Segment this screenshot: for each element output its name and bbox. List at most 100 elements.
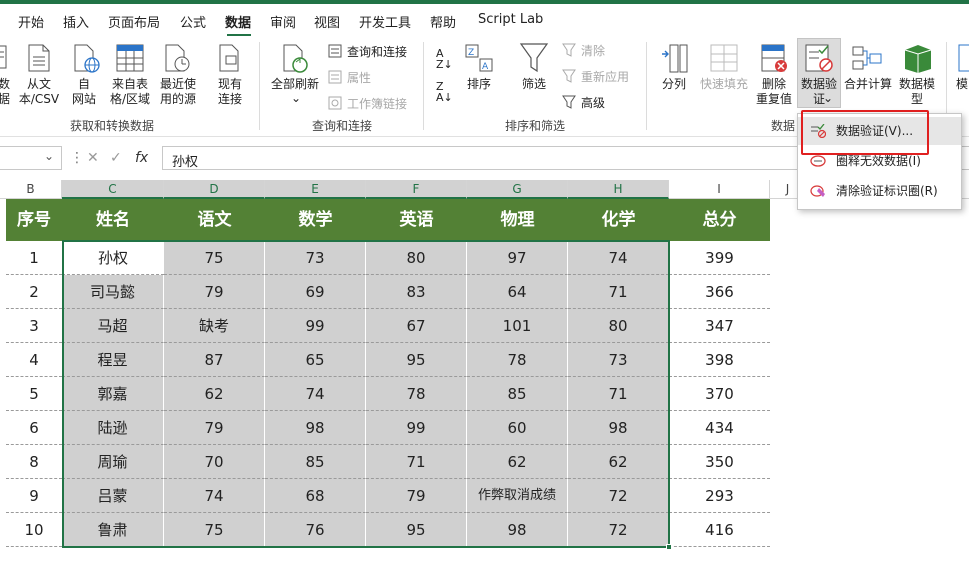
- table-cell[interactable]: 71: [366, 445, 467, 479]
- table-cell[interactable]: 79: [164, 411, 265, 445]
- queries-connections-button[interactable]: 查询和连接: [347, 43, 407, 60]
- table-cell[interactable]: 71: [568, 275, 669, 309]
- table-cell[interactable]: 鲁肃: [62, 513, 164, 547]
- table-cell[interactable]: 99: [265, 309, 366, 343]
- table-cell[interactable]: 程昱: [62, 343, 164, 377]
- menu-item-circle-invalid[interactable]: 圈释无效数据(I): [798, 147, 961, 175]
- recent-sources-button[interactable]: 最近使 用的源: [156, 77, 200, 107]
- table-cell[interactable]: 87: [164, 343, 265, 377]
- tab-page-layout[interactable]: 页面布局: [108, 12, 160, 31]
- table-cell[interactable]: 366: [669, 275, 770, 309]
- name-box-dropdown-icon[interactable]: ⌄: [44, 149, 54, 163]
- table-cell[interactable]: 62: [467, 445, 568, 479]
- existing-connections-button[interactable]: 现有 连接: [212, 77, 248, 107]
- table-cell[interactable]: 98: [467, 513, 568, 547]
- header-cell[interactable]: 姓名: [62, 199, 164, 241]
- tab-script-lab[interactable]: Script Lab: [478, 12, 543, 27]
- table-cell[interactable]: 347: [669, 309, 770, 343]
- table-cell[interactable]: 73: [265, 241, 366, 275]
- table-cell[interactable]: 62: [568, 445, 669, 479]
- from-table-button[interactable]: 来自表 格/区域: [106, 77, 154, 107]
- get-data-button[interactable]: 数 据: [0, 77, 12, 107]
- tab-help[interactable]: 帮助: [430, 12, 456, 31]
- header-cell[interactable]: 数学: [265, 199, 366, 241]
- tab-review[interactable]: 审阅: [270, 12, 296, 31]
- table-cell[interactable]: 8: [6, 445, 62, 479]
- menu-item-data-validation[interactable]: 数据验证(V)...: [798, 117, 961, 145]
- table-cell[interactable]: 74: [568, 241, 669, 275]
- tab-developer[interactable]: 开发工具: [359, 12, 411, 31]
- table-cell[interactable]: 71: [568, 377, 669, 411]
- enter-icon[interactable]: ✓: [110, 150, 122, 166]
- table-cell[interactable]: 70: [164, 445, 265, 479]
- clear-button[interactable]: 清除: [581, 42, 605, 59]
- table-cell[interactable]: 马超: [62, 309, 164, 343]
- column-header-b[interactable]: B: [0, 180, 62, 199]
- properties-button[interactable]: 属性: [347, 69, 371, 86]
- table-cell[interactable]: 99: [366, 411, 467, 445]
- table-cell[interactable]: 80: [366, 241, 467, 275]
- table-cell[interactable]: 76: [265, 513, 366, 547]
- cancel-icon[interactable]: ✕: [87, 150, 99, 166]
- table-cell[interactable]: 98: [265, 411, 366, 445]
- table-cell[interactable]: 370: [669, 377, 770, 411]
- table-cell[interactable]: 399: [669, 241, 770, 275]
- table-cell[interactable]: 78: [467, 343, 568, 377]
- header-cell[interactable]: 总分: [669, 199, 770, 241]
- column-header-f[interactable]: F: [366, 180, 467, 199]
- fill-handle[interactable]: [666, 544, 672, 550]
- table-cell[interactable]: 5: [6, 377, 62, 411]
- advanced-button[interactable]: 高级: [581, 94, 605, 111]
- table-cell[interactable]: 95: [366, 513, 467, 547]
- table-cell[interactable]: 68: [265, 479, 366, 513]
- tab-formulas[interactable]: 公式: [180, 12, 206, 31]
- consolidate-button[interactable]: 合并计算: [842, 77, 894, 92]
- table-cell[interactable]: 74: [265, 377, 366, 411]
- table-cell[interactable]: 周瑜: [62, 445, 164, 479]
- sort-az-icon[interactable]: A Z↓: [436, 48, 453, 70]
- table-cell[interactable]: 2: [6, 275, 62, 309]
- table-cell[interactable]: 350: [669, 445, 770, 479]
- table-cell[interactable]: 1: [6, 241, 62, 275]
- reapply-button[interactable]: 重新应用: [581, 68, 629, 85]
- table-cell[interactable]: 85: [265, 445, 366, 479]
- table-cell[interactable]: 72: [568, 513, 669, 547]
- table-cell[interactable]: 64: [467, 275, 568, 309]
- edit-links-button[interactable]: 工作簿链接: [347, 95, 407, 112]
- table-cell[interactable]: 67: [366, 309, 467, 343]
- table-cell[interactable]: 75: [164, 241, 265, 275]
- table-cell[interactable]: 吕蒙: [62, 479, 164, 513]
- chevron-down-icon[interactable]: ⌄: [822, 91, 834, 106]
- text-to-columns-button[interactable]: 分列: [658, 77, 690, 92]
- table-cell[interactable]: 95: [366, 343, 467, 377]
- more-button[interactable]: 模: [954, 77, 969, 92]
- table-cell[interactable]: 434: [669, 411, 770, 445]
- table-cell[interactable]: 85: [467, 377, 568, 411]
- sort-za-icon[interactable]: Z A↓: [436, 81, 453, 103]
- refresh-all-button[interactable]: 全部刷新: [268, 77, 322, 92]
- table-cell[interactable]: 62: [164, 377, 265, 411]
- table-cell[interactable]: 缺考: [164, 309, 265, 343]
- header-cell[interactable]: 物理: [467, 199, 568, 241]
- tab-data[interactable]: 数据: [225, 12, 251, 31]
- table-cell[interactable]: 69: [265, 275, 366, 309]
- table-cell[interactable]: 司马懿: [62, 275, 164, 309]
- table-cell[interactable]: 398: [669, 343, 770, 377]
- table-cell[interactable]: 72: [568, 479, 669, 513]
- tab-home[interactable]: 开始: [18, 12, 44, 31]
- data-model-button[interactable]: 数据模 型: [895, 77, 939, 107]
- column-header-g[interactable]: G: [467, 180, 568, 199]
- from-text-csv-button[interactable]: 从文 本/CSV: [16, 77, 62, 107]
- table-cell[interactable]: 4: [6, 343, 62, 377]
- table-cell[interactable]: 陆逊: [62, 411, 164, 445]
- table-cell[interactable]: 6: [6, 411, 62, 445]
- remove-duplicates-button[interactable]: 删除 重复值: [752, 77, 796, 107]
- table-cell[interactable]: 75: [164, 513, 265, 547]
- menu-item-clear-circles[interactable]: 清除验证标识圈(R): [798, 177, 961, 205]
- flash-fill-button[interactable]: 快速填充: [698, 77, 750, 92]
- column-header-h[interactable]: H: [568, 180, 669, 199]
- table-cell[interactable]: 65: [265, 343, 366, 377]
- table-cell[interactable]: 9: [6, 479, 62, 513]
- insert-function-icon[interactable]: fx: [135, 150, 148, 166]
- table-cell[interactable]: 101: [467, 309, 568, 343]
